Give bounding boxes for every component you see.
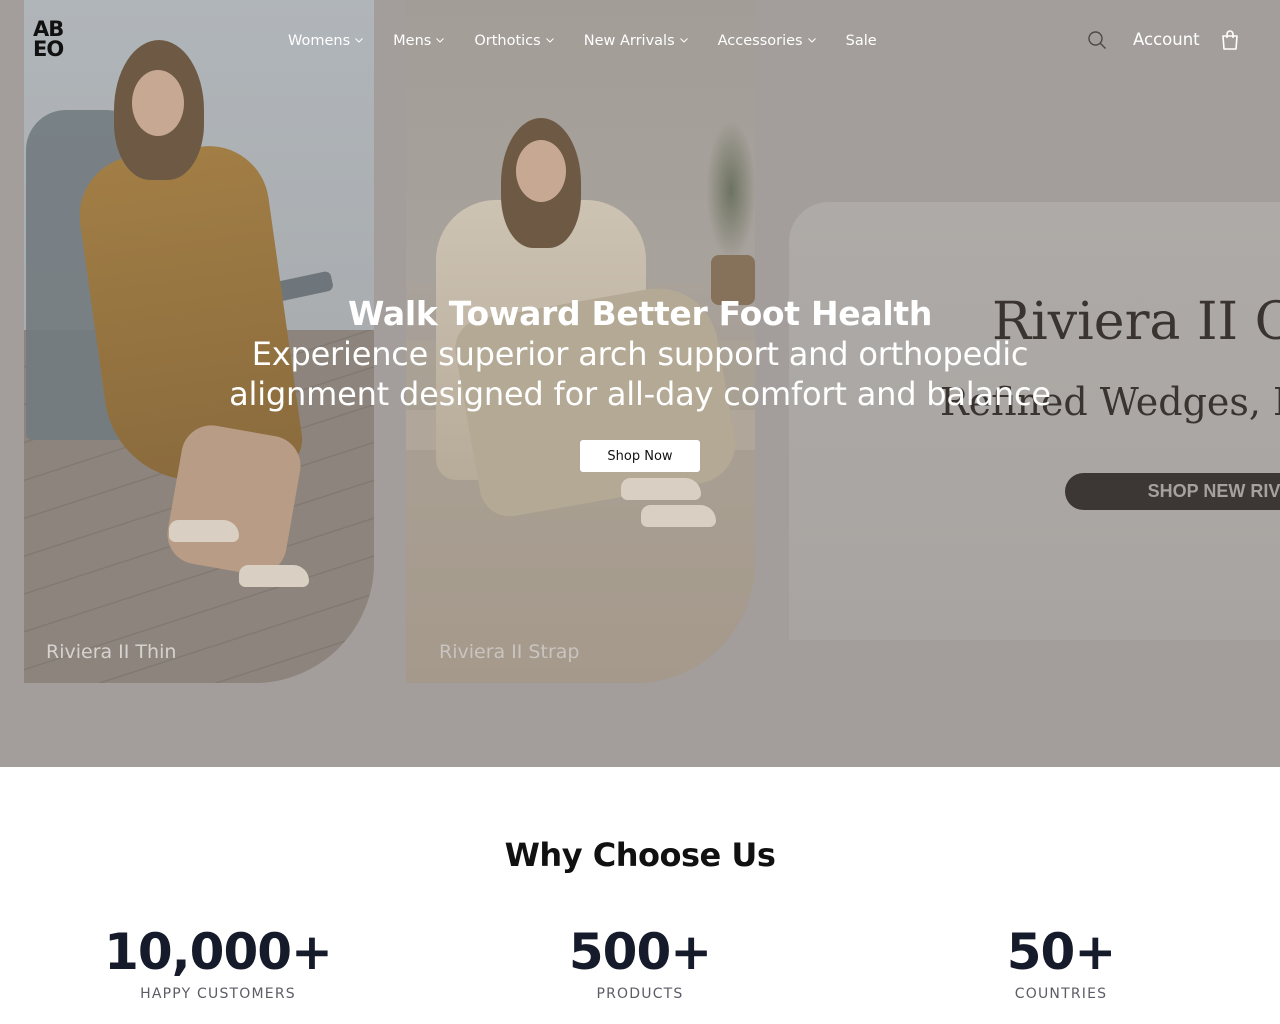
product-card-label[interactable]: Riviera II Thin [46,641,176,663]
sandal-shape [621,478,701,500]
nav-item-label: Mens [393,33,432,49]
nav-item-womens[interactable]: Womens [288,30,364,52]
stat-label: PRODUCTS [596,986,684,1002]
stat-countries: 50+ COUNTRIES [911,924,1211,1002]
shop-new-riviera-button[interactable]: SHOP NEW RIVIE [1065,473,1280,510]
stat-label: COUNTRIES [1014,986,1108,1002]
nav-item-mens[interactable]: Mens [393,30,445,52]
model-face-shape [516,140,566,202]
chevron-down-icon [545,38,554,43]
search-icon[interactable] [1087,30,1107,50]
model-legs-shape [162,420,306,580]
nav-item-label: Orthotics [474,33,541,49]
sandal-shape [641,505,716,527]
logo-line: EO [33,37,64,61]
chevron-down-icon [807,38,816,43]
nav-item-label: Accessories [717,33,803,49]
nav-item-label: Sale [845,33,877,49]
main-nav: Womens Mens Orthotics New Arrivals Acces… [288,30,906,52]
stat-products: 500+ PRODUCTS [490,924,790,1002]
stat-value: 500+ [568,923,712,981]
logo[interactable]: AB EO [33,19,75,61]
chevron-down-icon [679,38,688,43]
sandal-shape [169,520,239,542]
nav-item-sale[interactable]: Sale [846,30,877,52]
logo-line: AB [33,17,64,41]
nav-item-orthotics[interactable]: Orthotics [474,30,554,52]
plant-shape [706,120,755,260]
shop-now-button[interactable]: Shop Now [580,440,700,472]
nav-item-accessories[interactable]: Accessories [718,30,817,52]
promo-banner: Riviera II Col Refined Wedges, Buil SHOP… [789,202,1280,640]
chevron-down-icon [436,38,445,43]
account-link[interactable]: Account [1133,30,1200,49]
section-title: Why Choose Us [504,836,776,874]
stat-value: 10,000+ [104,923,333,981]
hero-subtitle: Experience superior arch support and ort… [229,335,1051,413]
sandal-shape [239,565,309,587]
hero-section: Riviera II Thin Riviera II Strap Riviera… [0,0,1280,767]
hero-title: Walk Toward Better Foot Health [347,294,933,333]
stat-value: 50+ [1006,923,1116,981]
stat-label: HAPPY CUSTOMERS [140,986,296,1002]
model-face-shape [132,70,184,136]
nav-item-label: Womens [288,33,351,49]
product-card-label[interactable]: Riviera II Strap [439,641,579,663]
shopping-bag-icon[interactable] [1220,29,1240,51]
chevron-down-icon [355,38,364,43]
nav-item-new-arrivals[interactable]: New Arrivals [584,30,689,52]
nav-item-label: New Arrivals [583,33,675,49]
stat-happy-customers: 10,000+ HAPPY CUSTOMERS [68,924,368,1002]
